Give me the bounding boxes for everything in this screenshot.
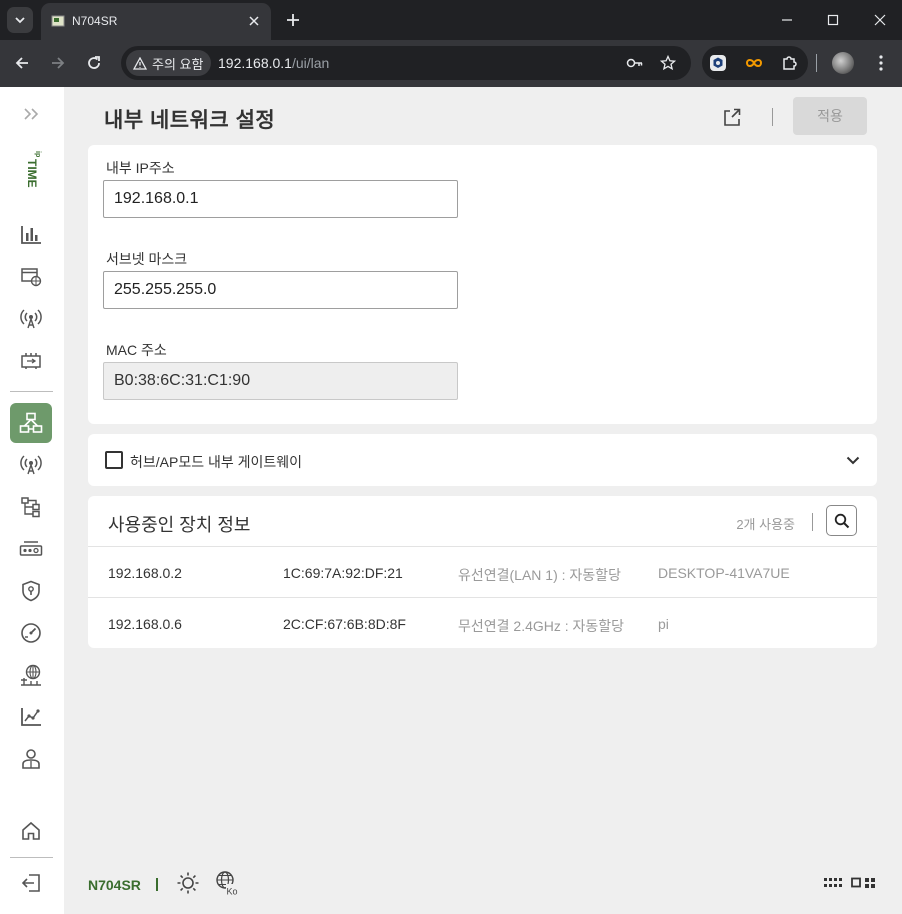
browser-tab[interactable]: N704SR xyxy=(41,3,271,40)
sidebar-divider-bottom xyxy=(10,857,53,858)
ip-address-label: 내부 IP주소 xyxy=(106,160,175,176)
devices-count: 2개 사용중 xyxy=(736,517,795,532)
user-admin-icon[interactable] xyxy=(10,739,52,779)
url-path: /ui/lan xyxy=(291,55,330,71)
address-bar[interactable]: 주의 요함 192.168.0.1/ui/lan xyxy=(121,46,691,80)
header-divider xyxy=(772,108,773,126)
back-icon[interactable] xyxy=(11,52,33,74)
search-icon xyxy=(834,513,849,528)
tab-search-button[interactable] xyxy=(7,7,33,33)
toolbar-divider xyxy=(816,54,817,72)
hub-mode-label: 허브/AP모드 내부 게이트웨이 xyxy=(130,454,303,470)
maximize-icon[interactable] xyxy=(821,8,845,32)
footer-model-name: N704SR xyxy=(88,877,141,893)
hardware-icon[interactable] xyxy=(10,341,52,381)
warning-icon xyxy=(133,56,147,70)
browser-toolbar: 주의 요함 192.168.0.1/ui/lan xyxy=(0,40,902,87)
devices-divider xyxy=(812,513,813,531)
iptime-logo: ip TIME xyxy=(25,151,41,188)
device-connection: 유선연결(LAN 1) : 자동할당 xyxy=(458,567,621,583)
url-host: 192.168.0.1 xyxy=(218,55,292,71)
minimize-icon[interactable] xyxy=(775,8,799,32)
window-close-icon[interactable] xyxy=(868,8,892,32)
wireless-settings-icon[interactable] xyxy=(10,445,52,485)
svg-text:TIME: TIME xyxy=(25,159,39,188)
device-name: pi xyxy=(658,616,669,632)
mac-address-label: MAC 주소 xyxy=(106,342,167,358)
language-globe-icon[interactable]: Ko xyxy=(215,870,241,896)
profile-avatar[interactable] xyxy=(832,52,854,74)
security-shield-icon[interactable] xyxy=(10,571,52,611)
expand-sidebar-icon[interactable] xyxy=(10,94,52,134)
device-name: DESKTOP-41VA7UE xyxy=(658,565,790,581)
main-content: 내부 네트워크 설정 적용 내부 IP주소 192.168.0.1 서브넷 마스… xyxy=(64,87,902,914)
security-warning-chip[interactable]: 주의 요함 xyxy=(126,50,212,76)
password-key-icon[interactable] xyxy=(625,53,645,73)
browser-tab-bar: N704SR xyxy=(0,0,902,40)
speedometer-icon[interactable] xyxy=(10,613,52,653)
ip-address-input[interactable]: 192.168.0.1 xyxy=(103,180,458,218)
globe-network-icon[interactable] xyxy=(10,655,52,695)
tab-close-icon[interactable] xyxy=(245,12,263,30)
language-badge: Ko xyxy=(227,887,238,897)
tab-title: N704SR xyxy=(72,14,118,28)
router-device-icon[interactable] xyxy=(10,529,52,569)
chevron-down-icon[interactable] xyxy=(843,450,863,470)
trend-chart-icon[interactable] xyxy=(10,697,52,737)
grid-view-icon[interactable] xyxy=(824,877,876,889)
more-menu-icon[interactable] xyxy=(870,52,892,74)
subnet-mask-label: 서브넷 마스크 xyxy=(106,251,188,267)
tree-structure-icon[interactable] xyxy=(10,487,52,527)
extension-infinity-icon[interactable] xyxy=(744,53,764,73)
logout-icon[interactable] xyxy=(10,863,52,903)
devices-card: 사용중인 장치 정보 2개 사용중 192.168.0.2 1C:69:7A:9… xyxy=(88,496,877,648)
device-search-button[interactable] xyxy=(826,505,857,536)
url-text: 192.168.0.1/ui/lan xyxy=(218,55,329,71)
device-ip: 192.168.0.6 xyxy=(108,616,182,632)
theme-sun-icon[interactable] xyxy=(175,870,201,896)
devices-title: 사용중인 장치 정보 xyxy=(108,515,251,535)
security-warning-label: 주의 요함 xyxy=(152,56,204,72)
apply-button[interactable]: 적용 xyxy=(793,97,867,135)
footer-divider xyxy=(156,878,158,891)
device-mac: 2C:CF:67:6B:8D:8F xyxy=(283,616,406,632)
export-icon[interactable] xyxy=(720,105,744,129)
page-title: 내부 네트워크 설정 xyxy=(104,109,276,132)
chevron-down-icon xyxy=(15,17,25,24)
extensions-group xyxy=(702,46,808,80)
sidebar-divider xyxy=(10,391,53,392)
hub-mode-checkbox[interactable] xyxy=(105,451,123,469)
reload-icon[interactable] xyxy=(83,52,105,74)
subnet-mask-input[interactable]: 255.255.255.0 xyxy=(103,271,458,309)
sidebar: ip TIME xyxy=(0,87,64,914)
device-ip: 192.168.0.2 xyxy=(108,565,182,581)
device-connection: 무선연결 2.4GHz : 자동할당 xyxy=(458,618,625,634)
device-row[interactable]: 192.168.0.2 1C:69:7A:92:DF:21 유선연결(LAN 1… xyxy=(88,546,877,597)
svg-text:ip: ip xyxy=(34,151,41,157)
status-chart-icon[interactable] xyxy=(10,215,52,255)
home-icon[interactable] xyxy=(10,811,52,851)
extensions-puzzle-icon[interactable] xyxy=(780,53,800,73)
web-browser-icon[interactable] xyxy=(10,257,52,297)
hub-mode-card[interactable]: 허브/AP모드 내부 게이트웨이 xyxy=(88,434,877,486)
wireless-icon[interactable] xyxy=(10,299,52,339)
device-row[interactable]: 192.168.0.6 2C:CF:67:6B:8D:8F 무선연결 2.4GH… xyxy=(88,597,877,648)
device-mac: 1C:69:7A:92:DF:21 xyxy=(283,565,403,581)
bookmark-star-icon[interactable] xyxy=(658,53,678,73)
lan-settings-card: 내부 IP주소 192.168.0.1 서브넷 마스크 255.255.255.… xyxy=(88,145,877,424)
extension-shield-icon[interactable] xyxy=(708,53,728,73)
network-topology-icon[interactable] xyxy=(10,403,52,443)
mac-address-field: B0:38:6C:31:C1:90 xyxy=(103,362,458,400)
forward-icon[interactable] xyxy=(47,52,69,74)
new-tab-icon[interactable] xyxy=(283,10,303,30)
router-favicon-icon xyxy=(51,15,65,27)
